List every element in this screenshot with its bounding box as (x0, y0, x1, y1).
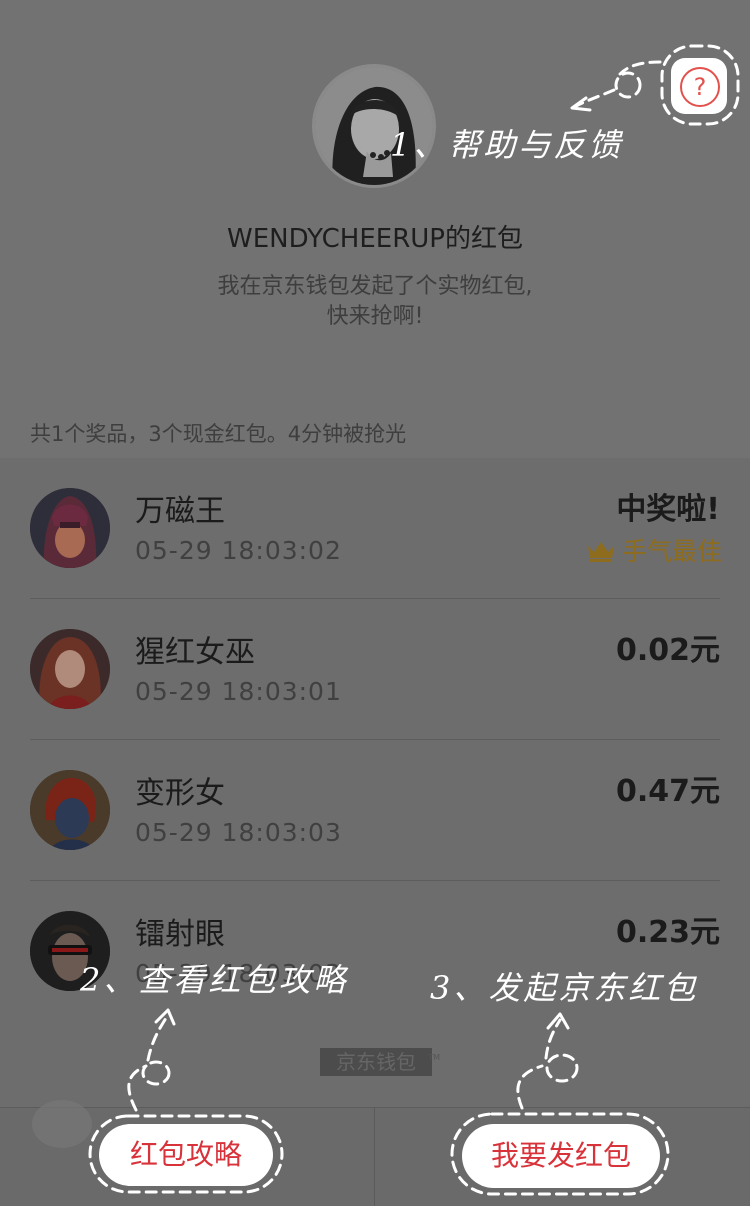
annotation-help-feedback: 1、帮助与反馈 (390, 126, 624, 164)
annotation-view-strategy: 2、查看红包攻略 (80, 961, 349, 999)
question-circle-icon: ? (680, 67, 720, 107)
send-red-packet-button[interactable]: 我要发红包 (462, 1124, 660, 1188)
red-packet-strategy-button[interactable]: 红包攻略 (99, 1124, 273, 1186)
guide-overlay (88, 44, 740, 1196)
help-feedback-button[interactable]: ? (671, 58, 727, 114)
annotation-send-packet: 3、发起京东红包 (430, 969, 699, 1007)
